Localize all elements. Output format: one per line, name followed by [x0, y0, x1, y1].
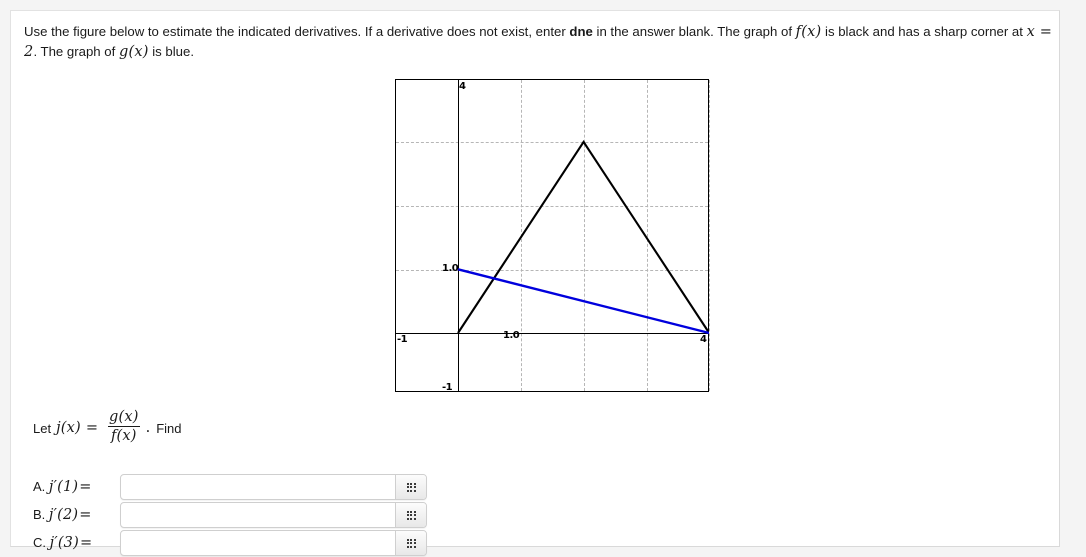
- prompt-keyword-dne: dne: [569, 24, 593, 39]
- answer-expr-a: j′(1): [48, 479, 79, 495]
- answer-list: A. j′(1)= B. j′(2)= C. j′(3)=: [33, 473, 427, 557]
- answer-row-c: C. j′(3)=: [33, 529, 427, 557]
- page-background: Use the figure below to estimate the ind…: [0, 0, 1086, 557]
- keypad-button-b[interactable]: [395, 503, 426, 527]
- fraction-numerator: g(x): [109, 409, 139, 425]
- curve-f-black: [457, 139, 709, 334]
- answer-input-group-b: [120, 502, 427, 528]
- answer-input-group-a: [120, 474, 427, 500]
- keypad-button-c[interactable]: [395, 531, 426, 555]
- prompt-text-part-4: . The graph of: [33, 44, 119, 59]
- definition-fraction: g(x) f(x): [106, 409, 142, 444]
- answer-row-b: B. j′(2)=: [33, 501, 427, 529]
- prompt-math-g-of-x: g(x): [118, 44, 149, 60]
- answer-row-a: A. j′(1)=: [33, 473, 427, 501]
- answer-equals-a: =: [79, 479, 92, 495]
- curve-g-blue: [457, 268, 709, 335]
- answer-expr-b: j′(2): [48, 507, 79, 523]
- answer-letter-a: A.: [33, 479, 46, 494]
- answer-expr-c: j′(3): [49, 535, 79, 551]
- question-panel: Use the figure below to estimate the ind…: [10, 10, 1060, 556]
- prompt-text-part-5: is blue.: [148, 44, 195, 59]
- curves-svg: [457, 139, 709, 335]
- definition-equals: =: [85, 420, 99, 437]
- answer-input-c[interactable]: [121, 531, 395, 555]
- prompt-text-part-2: in the answer blank. The graph of: [592, 24, 796, 39]
- keypad-grid-icon: [406, 510, 416, 520]
- fraction-denominator: f(x): [107, 426, 140, 444]
- keypad-grid-icon: [406, 482, 416, 492]
- answer-input-a[interactable]: [121, 475, 395, 499]
- prompt-text-part-1: Use the figure below to estimate the ind…: [24, 24, 570, 39]
- answer-input-group-c: [120, 530, 427, 556]
- keypad-grid-icon: [406, 538, 416, 548]
- graph-figure: -1 1.0 4 4 1.0 -1: [395, 79, 710, 393]
- definition-period: .: [145, 420, 151, 437]
- keypad-button-a[interactable]: [395, 475, 426, 499]
- answer-equals-c: =: [79, 535, 93, 551]
- definition-let-word: Let: [33, 420, 52, 436]
- answer-equals-b: =: [79, 507, 92, 523]
- function-definition: Let j(x) = g(x) f(x) . Find: [33, 409, 182, 445]
- definition-j-of-x: j(x): [56, 420, 81, 437]
- question-prompt: Use the figure below to estimate the ind…: [24, 22, 1054, 62]
- answer-letter-b: B.: [33, 507, 46, 522]
- definition-find-word: Find: [156, 420, 182, 436]
- answer-label-b: B. j′(2)=: [33, 507, 120, 523]
- prompt-text-part-3: is black and has a sharp corner at: [821, 24, 1027, 39]
- answer-input-b[interactable]: [121, 503, 395, 527]
- answer-label-a: A. j′(1)=: [33, 479, 120, 495]
- answer-label-c: C. j′(3)=: [33, 535, 120, 551]
- prompt-math-f-of-x: f(x): [795, 24, 822, 40]
- gridline-x-4: [709, 80, 710, 391]
- answer-letter-c: C.: [33, 535, 46, 550]
